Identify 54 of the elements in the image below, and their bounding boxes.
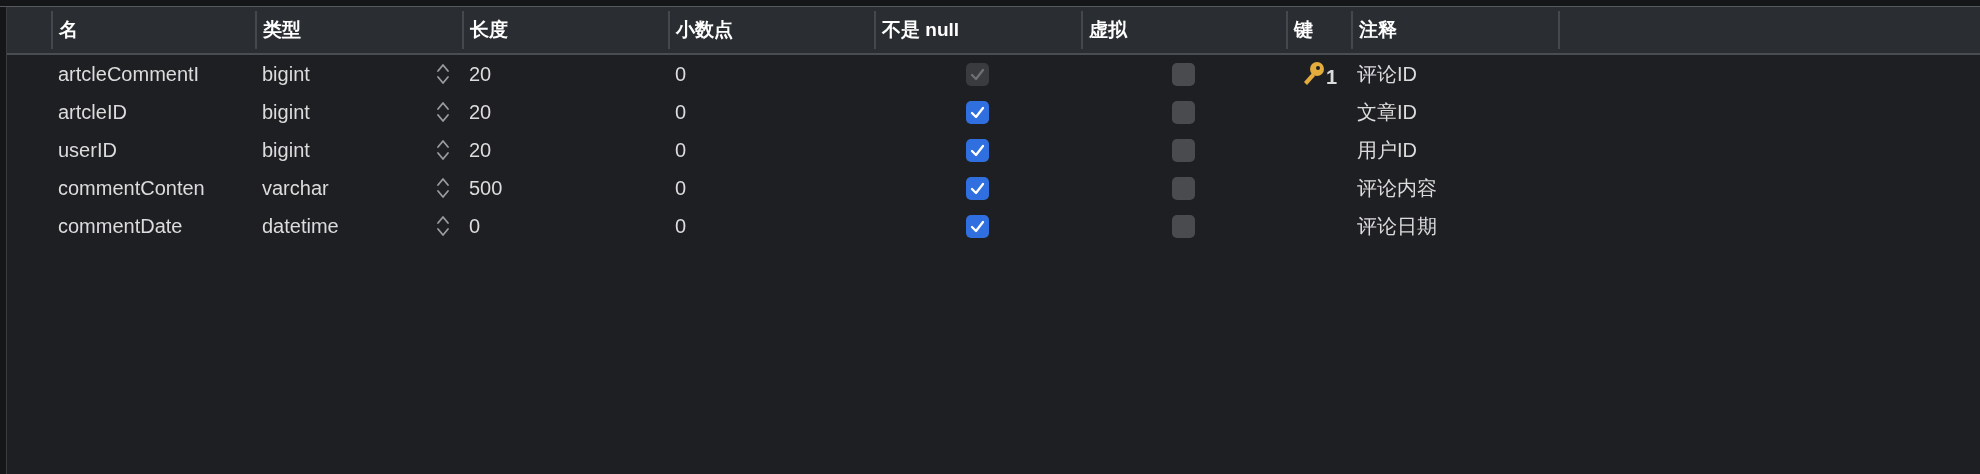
field-type: bigint — [262, 100, 310, 125]
field-name: artcleID — [58, 100, 127, 125]
field-length: 0 — [469, 214, 481, 239]
checkbox[interactable] — [1172, 138, 1195, 162]
field-comment: 评论日期 — [1357, 214, 1437, 239]
column-header[interactable]: 虚拟 — [1089, 15, 1127, 45]
column-header[interactable]: 不是 null — [882, 15, 960, 45]
field-decimals: 0 — [675, 138, 687, 163]
key-icon — [1302, 61, 1326, 87]
stepper-icon[interactable] — [436, 214, 450, 238]
field-decimals: 0 — [675, 100, 687, 125]
stepper-icon[interactable] — [436, 176, 450, 200]
column-header[interactable]: 长度 — [470, 15, 508, 45]
checkbox[interactable] — [1172, 214, 1195, 238]
field-name: artcleCommentI — [58, 62, 200, 87]
checkbox[interactable] — [966, 176, 989, 200]
stepper-icon[interactable] — [436, 100, 450, 124]
key-number: 1 — [1326, 67, 1338, 87]
field-type: bigint — [262, 138, 310, 163]
field-length: 500 — [469, 176, 503, 201]
field-type: varchar — [262, 176, 329, 201]
field-name: commentDate — [58, 214, 183, 239]
checkbox[interactable] — [966, 100, 989, 124]
column-header[interactable]: 名 — [59, 15, 78, 45]
field-comment: 用户ID — [1357, 138, 1417, 163]
stepper-icon[interactable] — [436, 62, 450, 86]
field-decimals: 0 — [675, 176, 687, 201]
column-header[interactable]: 注释 — [1359, 15, 1397, 45]
check-icon — [970, 67, 985, 81]
field-type: datetime — [262, 214, 339, 239]
check-icon — [970, 105, 985, 119]
field-name: userID — [58, 138, 117, 163]
field-decimals: 0 — [675, 214, 687, 239]
field-comment: 文章ID — [1357, 100, 1417, 125]
checkbox[interactable] — [1172, 62, 1195, 86]
field-length: 20 — [469, 100, 492, 125]
field-type: bigint — [262, 62, 310, 87]
column-header[interactable]: 小数点 — [676, 15, 733, 45]
field-name: commentConten — [58, 176, 205, 201]
stepper-icon[interactable] — [436, 138, 450, 162]
column-header[interactable]: 键 — [1294, 15, 1313, 45]
field-comment: 评论ID — [1357, 62, 1417, 87]
check-icon — [970, 143, 985, 157]
check-icon — [970, 219, 985, 233]
field-decimals: 0 — [675, 62, 687, 87]
check-icon — [970, 181, 985, 195]
checkbox[interactable] — [966, 214, 989, 238]
checkbox[interactable] — [966, 138, 989, 162]
checkbox[interactable] — [1172, 176, 1195, 200]
field-length: 20 — [469, 138, 492, 163]
field-comment: 评论内容 — [1357, 176, 1437, 201]
column-header[interactable]: 类型 — [263, 15, 301, 45]
checkbox[interactable] — [1172, 100, 1195, 124]
field-length: 20 — [469, 62, 492, 87]
